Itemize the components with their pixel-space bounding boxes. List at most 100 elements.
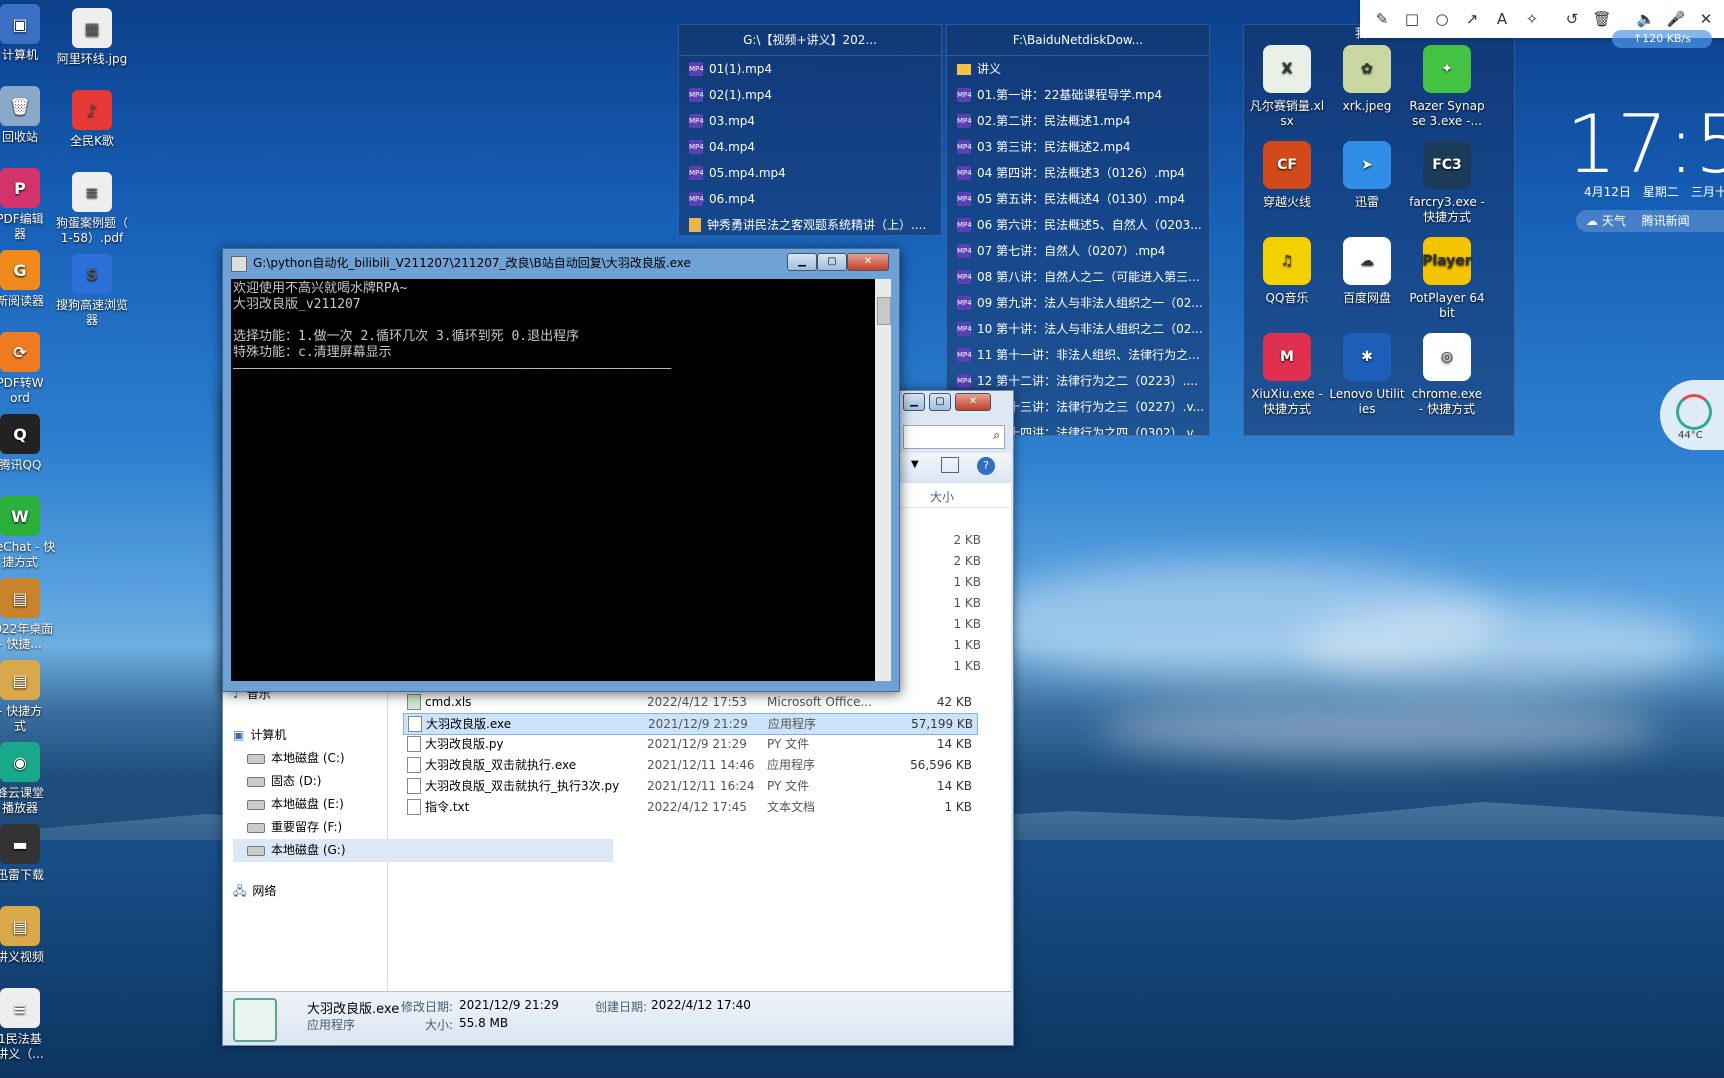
desktop-icon[interactable]: 🗑 回收站 xyxy=(0,86,60,145)
close-icon[interactable]: ✕ xyxy=(1692,5,1720,33)
help-icon[interactable]: ? xyxy=(977,457,995,475)
app-shortcut[interactable]: X 凡尔赛销量.xl sx xyxy=(1248,45,1326,129)
desktop-icon[interactable]: ▬ 迅雷下载 xyxy=(0,824,60,883)
folder-item[interactable]: MP4 07 第七讲：自然人（0207）.mp4 xyxy=(947,238,1209,264)
speaker-icon[interactable]: 🔈 xyxy=(1632,5,1660,33)
desktop-icon[interactable]: ⟳ PDF转W ord xyxy=(0,332,60,406)
app-shortcut[interactable]: M XiuXiu.exe - 快捷方式 xyxy=(1248,333,1326,417)
desktop-icon[interactable]: ♪ 全民K歌 xyxy=(52,90,132,149)
pencil-icon[interactable]: ✎ xyxy=(1368,5,1396,33)
arrow-icon[interactable]: ↗ xyxy=(1458,5,1486,33)
news-label: 腾讯新闻 xyxy=(1641,214,1690,228)
minimize-button[interactable]: ▁ xyxy=(787,253,817,271)
folder-item[interactable]: MP4 04.mp4 xyxy=(679,134,941,160)
app-shortcut[interactable]: ✿ xrk.jpeg xyxy=(1328,45,1406,114)
folder-item[interactable]: MP4 02(1).mp4 xyxy=(679,82,941,108)
folder-item[interactable]: MP4 09 第九讲：法人与非法人组织之一（02... xyxy=(947,290,1209,316)
file-row[interactable]: 大羽改良版.exe 2021/12/9 21:29 应用程序 57,199 KB xyxy=(403,713,978,735)
microphone-icon[interactable]: 🎤 xyxy=(1662,5,1690,33)
text-icon[interactable]: A xyxy=(1488,5,1516,33)
gauge-widget[interactable]: 44°C xyxy=(1660,380,1724,450)
folder-item[interactable]: MP4 06.mp4 xyxy=(679,186,941,212)
folder-panel-title[interactable]: G:\【视频+讲义】202... xyxy=(679,25,941,56)
desktop-icon[interactable]: ▦ 阿里环线.jpg xyxy=(52,8,132,67)
folder-item[interactable]: MP4 05.mp4.mp4 xyxy=(679,160,941,186)
undo-icon[interactable]: ↺ xyxy=(1558,5,1586,33)
folder-item[interactable]: MP4 03.mp4 xyxy=(679,108,941,134)
magic-wand-icon[interactable]: ✧ xyxy=(1518,5,1546,33)
desktop-icon[interactable]: ▣ 计算机 xyxy=(0,4,60,63)
file-row[interactable]: 大羽改良版_双击就执行.exe 2021/12/11 14:46 应用程序 56,59… xyxy=(403,755,976,775)
folder-item[interactable]: 钟秀勇讲民法之客观题系统精讲（上）.... xyxy=(679,212,941,238)
folder-item[interactable]: MP4 08 第八讲：自然人之二（可能进入第三... xyxy=(947,264,1209,290)
app-shortcut[interactable]: ☁ 百度网盘 xyxy=(1328,237,1406,306)
app-shortcut[interactable]: Player PotPlayer 64 bit xyxy=(1408,237,1486,321)
nav-item-label: 本地磁盘 (G:) xyxy=(271,843,346,857)
desktop-icon[interactable]: ≡ 1民法基 讲义（... xyxy=(0,988,60,1062)
video-file-icon: MP4 xyxy=(957,218,972,232)
nav-item[interactable]: 重要留存 (F:) xyxy=(233,816,613,839)
folder-item[interactable]: 讲义 xyxy=(947,56,1209,82)
maximize-button[interactable]: ▢ xyxy=(817,253,847,271)
network-icon: 🖧 xyxy=(233,884,247,898)
desktop-icon[interactable]: ◉ 蜂云课堂 播放器 xyxy=(0,742,60,816)
folder-item[interactable]: MP4 02.第二讲：民法概述1.mp4 xyxy=(947,108,1209,134)
app-shortcut[interactable]: ♫ QQ音乐 xyxy=(1248,237,1326,306)
desktop-icon[interactable]: P PDF编辑 器 xyxy=(0,168,60,242)
desktop-icon[interactable]: ▤ - 快捷方 式 xyxy=(0,660,60,734)
trash-icon[interactable]: 🗑 xyxy=(1588,5,1616,33)
desktop-icon[interactable]: Q 腾讯QQ xyxy=(0,414,60,473)
folder-panel-title[interactable]: F:\BaiduNetdiskDow... xyxy=(947,25,1209,56)
console-output[interactable]: 欢迎使用不高兴就喝水牌RPA~ 大羽改良版_v211207 选择功能：1.做一次… xyxy=(231,279,879,681)
preview-pane-icon[interactable] xyxy=(941,457,959,473)
circle-icon[interactable]: ○ xyxy=(1428,5,1456,33)
desktop-icon-label: 全民K歌 xyxy=(70,134,114,148)
folder-item[interactable]: MP4 03 第三讲：民法概述2.mp4 xyxy=(947,134,1209,160)
app-shortcut-label: Lenovo Utilit ies xyxy=(1329,387,1405,416)
folder-item[interactable]: MP4 06 第六讲：民法概述5、自然人（0203... xyxy=(947,212,1209,238)
app-shortcut[interactable]: ✱ Lenovo Utilit ies xyxy=(1328,333,1406,417)
file-name: 大羽改良版_双击就执行.exe xyxy=(425,758,577,772)
folder-icon xyxy=(957,63,971,75)
search-input[interactable]: ⌕ xyxy=(903,425,1005,449)
folder-item[interactable]: MP4 01.第一讲：22基础课程导学.mp4 xyxy=(947,82,1209,108)
desktop-icon[interactable]: S 搜狗高速浏览 器 xyxy=(52,254,132,328)
rectangle-icon[interactable]: □ xyxy=(1398,5,1426,33)
folder-item[interactable]: MP4 01(1).mp4 xyxy=(679,56,941,82)
folder-item[interactable]: MP4 05 第五讲：民法概述4（0130）.mp4 xyxy=(947,186,1209,212)
file-row[interactable]: 大羽改良版.py 2021/12/9 21:29 PY 文件 14 KB xyxy=(403,734,976,754)
app-shortcut[interactable]: ◎ chrome.exe - 快捷方式 xyxy=(1408,333,1486,417)
desktop-icon[interactable]: ≡ 狗蛋案例题（ 1-58）.pdf xyxy=(52,172,132,246)
nav-item[interactable]: 🖧 网络 xyxy=(233,880,613,903)
app-shortcut[interactable]: CF 穿越火线 xyxy=(1248,141,1326,210)
desktop-icon[interactable]: ▤ 2022年桌面 - 快捷... xyxy=(0,578,60,652)
folder-item[interactable]: MP4 04 第四讲：民法概述3（0126）.mp4 xyxy=(947,160,1209,186)
file-row[interactable]: 指令.txt 2022/4/12 17:45 文本文档 1 KB xyxy=(403,797,976,817)
desktop-icon[interactable]: G 新阅读器 xyxy=(0,250,60,309)
column-header-size[interactable]: 大小 xyxy=(930,488,954,505)
folder-item[interactable]: MP4 11 第十一讲：非法人组织、法律行为之... xyxy=(947,342,1209,368)
app-shortcut[interactable]: FC3 farcry3.exe - 快捷方式 xyxy=(1408,141,1486,225)
console-title-bar[interactable]: G:\python自动化_bilibili_V211207\211207_改良\… xyxy=(223,249,899,277)
folder-item-label: 02(1).mp4 xyxy=(709,88,773,102)
pdf-icon xyxy=(689,218,701,232)
folder-item[interactable]: MP4 10 第十讲：法人与非法人组织之二（02... xyxy=(947,316,1209,342)
desktop-icon[interactable]: ▤ 讲义视频 xyxy=(0,906,60,965)
file-row[interactable]: cmd.xls 2022/4/12 17:53 Microsoft Office..… xyxy=(403,692,976,712)
minimize-button[interactable]: ▁ xyxy=(903,393,925,411)
weather-widget[interactable]: ☁ 天气 腾讯新闻 xyxy=(1576,210,1724,232)
app-shortcut[interactable]: ➤ 迅雷 xyxy=(1328,141,1406,210)
desktop-icon[interactable]: W WeChat - 快 捷方式 xyxy=(0,496,60,570)
view-options-icon[interactable]: ▼ xyxy=(911,459,919,470)
details-pane: 大羽改良版.exe 应用程序 修改日期: 2021/12/9 21:29 创建日… xyxy=(223,991,1011,1044)
file-name-cell: 大羽改良版_双击就执行_执行3次.py xyxy=(403,776,647,796)
maximize-button[interactable]: ▢ xyxy=(929,393,951,411)
close-button[interactable]: ✕ xyxy=(847,253,889,271)
close-button[interactable]: ✕ xyxy=(955,393,991,411)
app-shortcut[interactable]: ✦ Razer Synap se 3.exe -... xyxy=(1408,45,1486,129)
console-scrollbar[interactable] xyxy=(875,279,891,681)
file-row[interactable]: 大羽改良版_双击就执行_执行3次.py 2021/12/11 16:24 PY 文件… xyxy=(403,776,976,796)
game-icon: CF xyxy=(1263,141,1311,189)
scrollbar-thumb[interactable] xyxy=(877,297,891,325)
nav-item[interactable]: 本地磁盘 (G:) xyxy=(233,839,613,862)
